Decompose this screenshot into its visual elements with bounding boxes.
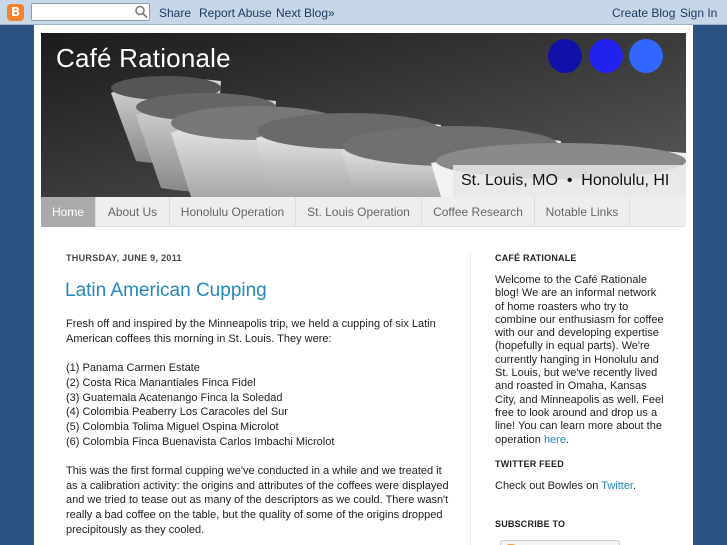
create-blog-link[interactable]: Create Blog xyxy=(612,6,675,20)
twitter-link[interactable]: Twitter xyxy=(601,480,633,492)
post-paragraph: This was the first formal cupping we've … xyxy=(66,465,449,536)
blog-title[interactable]: Café Rationale xyxy=(56,43,231,74)
post-title[interactable]: Latin American Cupping xyxy=(65,280,267,302)
blog-header[interactable]: Café Rationale St. Louis, MO • Honolulu,… xyxy=(41,33,686,197)
next-blog-link[interactable]: Next Blog» xyxy=(276,6,335,20)
tab-st-louis-operation[interactable]: St. Louis Operation xyxy=(296,197,422,227)
subscribe-dropdown[interactable] xyxy=(500,540,620,545)
post-date: THURSDAY, JUNE 9, 2011 xyxy=(66,253,182,263)
about-here-link[interactable]: here xyxy=(544,434,566,446)
dot-decoration-icon xyxy=(629,39,663,73)
tab-about-us[interactable]: About Us xyxy=(96,197,170,227)
blogger-logo-icon[interactable]: B xyxy=(7,4,24,21)
tab-honolulu-operation[interactable]: Honolulu Operation xyxy=(170,197,296,227)
dot-decoration-icon xyxy=(589,39,623,73)
list-item: (1) Panama Carmen Estate xyxy=(66,362,200,375)
tab-notable-links[interactable]: Notable Links xyxy=(535,197,630,227)
search-input[interactable] xyxy=(31,3,150,21)
list-item: (3) Guatemala Acatenango Finca la Soleda… xyxy=(66,391,283,404)
share-link[interactable]: Share xyxy=(159,6,191,20)
tab-coffee-research[interactable]: Coffee Research xyxy=(422,197,535,227)
column-divider xyxy=(470,253,471,545)
post-body: Fresh off and inspired by the Minneapoli… xyxy=(66,317,451,545)
outer-wrapper: Café Rationale St. Louis, MO • Honolulu,… xyxy=(34,25,693,545)
sidebar-about-text: Welcome to the Café Rationale blog! We a… xyxy=(495,274,664,446)
search-icon[interactable] xyxy=(134,4,149,20)
list-item: (4) Colombia Peaberry Los Caracoles del … xyxy=(66,406,288,419)
post-intro: Fresh off and inspired by the Minneapoli… xyxy=(66,318,436,345)
tab-home[interactable]: Home xyxy=(41,197,96,227)
header-location: St. Louis, MO • Honolulu, HI xyxy=(461,172,670,189)
sidebar-heading-about: CAFÉ RATIONALE xyxy=(495,253,577,263)
sign-in-link[interactable]: Sign In xyxy=(680,6,717,20)
sidebar-heading-twitter: TWITTER FEED xyxy=(495,459,564,469)
dot-decoration-icon xyxy=(548,39,582,73)
list-item: (5) Colombia Tolima Miguel Ospina Microl… xyxy=(66,420,279,433)
list-item: (2) Costa Rica Manantiales Finca Fidel xyxy=(66,376,256,389)
list-item: (6) Colombia Finca Buenavista Carlos Imb… xyxy=(66,435,335,448)
coffee-list: (1) Panama Carmen Estate (2) Costa Rica … xyxy=(66,361,451,449)
sidebar-twitter-text: Check out Bowles on Twitter. xyxy=(495,480,637,492)
page-tabs: Home About Us Honolulu Operation St. Lou… xyxy=(41,197,686,227)
blogger-navbar: B Share Report Abuse Next Blog» Create B… xyxy=(0,0,727,25)
report-abuse-link[interactable]: Report Abuse xyxy=(199,6,272,20)
sidebar-heading-subscribe: SUBSCRIBE TO xyxy=(495,519,566,529)
